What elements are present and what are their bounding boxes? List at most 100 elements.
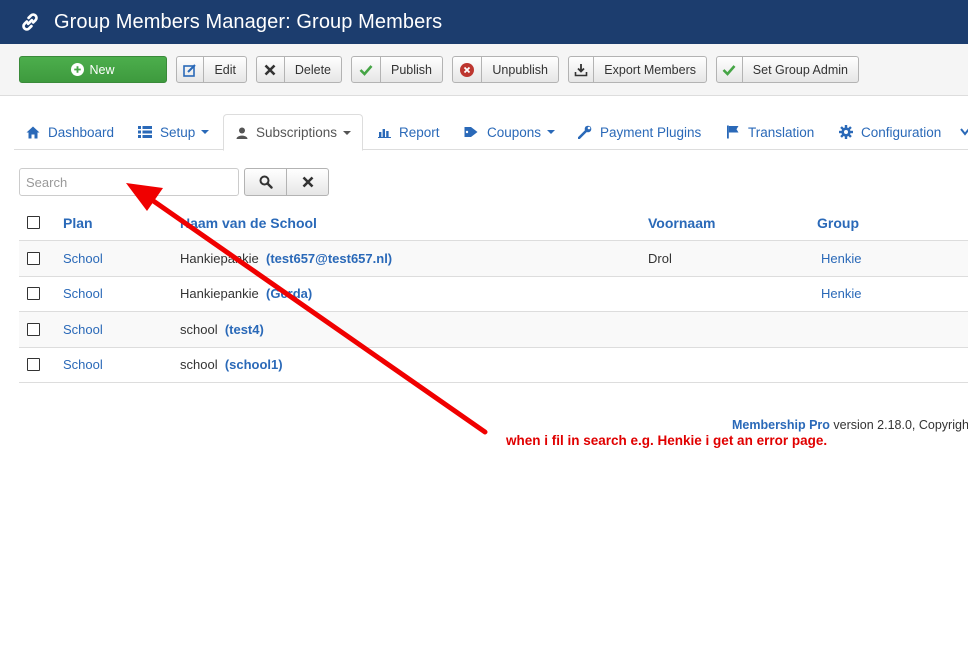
user-icon bbox=[236, 127, 248, 139]
group-link[interactable]: Henkie bbox=[821, 286, 861, 301]
table-row: School school (test4) bbox=[19, 311, 968, 347]
table-row: School school (school1) bbox=[19, 346, 968, 383]
annotation-note: when i fil in search e.g. Henkie i get a… bbox=[506, 433, 828, 448]
table-row: School Hankiepankie (test657@test657.nl)… bbox=[19, 240, 968, 276]
row-checkbox[interactable] bbox=[27, 287, 40, 301]
row-checkbox[interactable] bbox=[27, 358, 40, 372]
column-header-voornaam[interactable]: Voornaam bbox=[648, 205, 715, 240]
chevron-down-icon bbox=[960, 127, 968, 137]
nav-tabs: Dashboard Setup Subscriptions Report Cou… bbox=[14, 114, 968, 151]
tab-payment-plugins[interactable]: Payment Plugins bbox=[578, 114, 701, 150]
search-button[interactable] bbox=[244, 168, 287, 196]
bar-chart-icon bbox=[378, 127, 391, 138]
search-icon bbox=[259, 175, 273, 189]
column-header-plan[interactable]: Plan bbox=[63, 205, 93, 240]
row-checkbox[interactable] bbox=[27, 322, 40, 336]
delete-button-label: Delete bbox=[294, 62, 331, 77]
set-group-admin-button[interactable]: Set Group Admin bbox=[716, 56, 859, 83]
group-link[interactable]: Henkie bbox=[821, 251, 861, 266]
unpublish-button[interactable]: Unpublish bbox=[452, 56, 559, 83]
chevron-down-icon bbox=[343, 130, 352, 135]
row-checkbox-cell bbox=[27, 348, 40, 383]
plan-cell: School bbox=[63, 241, 103, 276]
footer-copyright: Membership Pro version 2.18.0, Copyright bbox=[732, 418, 968, 432]
edit-button-label: Edit bbox=[214, 62, 236, 77]
page-title: Group Members Manager: Group Members bbox=[54, 10, 443, 33]
plan-cell: School bbox=[63, 277, 103, 312]
school-cell: school (test4) bbox=[180, 312, 264, 347]
tab-subscriptions-label: Subscriptions bbox=[256, 125, 338, 140]
select-all-checkbox[interactable] bbox=[27, 216, 40, 229]
row-checkbox-cell bbox=[27, 277, 40, 312]
download-icon bbox=[569, 57, 595, 82]
tab-report[interactable]: Report bbox=[378, 114, 440, 150]
group-cell: Henkie bbox=[821, 241, 861, 276]
member-username-link[interactable]: (test657@test657.nl) bbox=[266, 251, 392, 266]
tab-dashboard-label: Dashboard bbox=[48, 124, 115, 140]
home-icon bbox=[26, 126, 40, 139]
tab-configuration[interactable]: Configuration bbox=[839, 114, 941, 150]
clear-search-button[interactable] bbox=[286, 168, 329, 196]
tab-more[interactable] bbox=[960, 114, 968, 150]
tab-setup[interactable]: Setup bbox=[138, 114, 210, 150]
publish-button[interactable]: Publish bbox=[351, 56, 443, 83]
tab-coupons[interactable]: Coupons bbox=[464, 114, 556, 150]
tags-icon bbox=[464, 126, 479, 138]
row-checkbox-cell bbox=[27, 241, 40, 276]
delete-button[interactable]: Delete bbox=[256, 56, 342, 83]
plus-circle-icon bbox=[71, 63, 85, 76]
row-checkbox[interactable] bbox=[27, 251, 40, 265]
new-button-label: New bbox=[89, 62, 115, 77]
plan-link[interactable]: School bbox=[63, 357, 103, 372]
school-cell: school (school1) bbox=[180, 348, 283, 383]
cancel-circle-icon bbox=[453, 57, 483, 82]
edit-button[interactable]: Edit bbox=[176, 56, 247, 83]
school-name: school bbox=[180, 321, 218, 337]
column-header-group[interactable]: Group bbox=[817, 205, 859, 240]
link-icon bbox=[18, 10, 42, 34]
members-table: Plan Naam van de School Voornaam Group S… bbox=[19, 205, 968, 382]
plan-cell: School bbox=[63, 312, 103, 347]
plan-link[interactable]: School bbox=[63, 322, 103, 337]
toolbar: New Edit Delete Publish Unpublish Export… bbox=[0, 44, 968, 96]
voornaam-cell: Drol bbox=[648, 250, 672, 266]
publish-button-label: Publish bbox=[391, 62, 432, 77]
footer-version-text: version 2.18.0, Copyright bbox=[829, 418, 968, 432]
member-username-link[interactable]: (Gerda) bbox=[266, 286, 312, 301]
chevron-down-icon bbox=[547, 130, 556, 134]
tab-subscriptions[interactable]: Subscriptions bbox=[223, 114, 363, 151]
table-bottom-divider bbox=[19, 382, 968, 383]
footer-brand-link[interactable]: Membership Pro bbox=[732, 418, 830, 432]
plan-cell: School bbox=[63, 348, 103, 383]
table-header-row: Plan Naam van de School Voornaam Group bbox=[19, 205, 968, 240]
check-icon bbox=[352, 57, 381, 82]
search-input[interactable] bbox=[19, 168, 239, 196]
column-header-school[interactable]: Naam van de School bbox=[180, 205, 317, 240]
close-icon bbox=[302, 176, 314, 188]
unpublish-button-label: Unpublish bbox=[492, 62, 548, 77]
member-username-link[interactable]: (school1) bbox=[225, 357, 283, 372]
row-checkbox-cell bbox=[27, 312, 40, 347]
school-cell: Hankiepankie (test657@test657.nl) bbox=[180, 241, 392, 276]
export-members-button[interactable]: Export Members bbox=[568, 56, 707, 83]
tab-report-label: Report bbox=[399, 124, 440, 140]
list-icon bbox=[138, 126, 152, 138]
tab-dashboard[interactable]: Dashboard bbox=[26, 114, 114, 150]
school-cell: Hankiepankie (Gerda) bbox=[180, 277, 312, 312]
tab-translation[interactable]: Translation bbox=[726, 114, 814, 150]
flag-icon bbox=[726, 125, 740, 139]
page-header: Group Members Manager: Group Members bbox=[0, 0, 968, 44]
edit-icon bbox=[177, 57, 205, 82]
close-icon bbox=[257, 57, 285, 82]
set-group-admin-button-label: Set Group Admin bbox=[752, 62, 848, 77]
plan-link[interactable]: School bbox=[63, 251, 103, 266]
select-all-cell bbox=[27, 205, 40, 240]
chevron-down-icon bbox=[201, 130, 210, 134]
tab-coupons-label: Coupons bbox=[487, 124, 542, 140]
member-username-link[interactable]: (test4) bbox=[225, 322, 264, 337]
plan-link[interactable]: School bbox=[63, 286, 103, 301]
school-name: school bbox=[180, 357, 218, 373]
gear-icon bbox=[839, 125, 853, 139]
school-name: Hankiepankie bbox=[180, 250, 259, 266]
new-button[interactable]: New bbox=[19, 56, 167, 83]
